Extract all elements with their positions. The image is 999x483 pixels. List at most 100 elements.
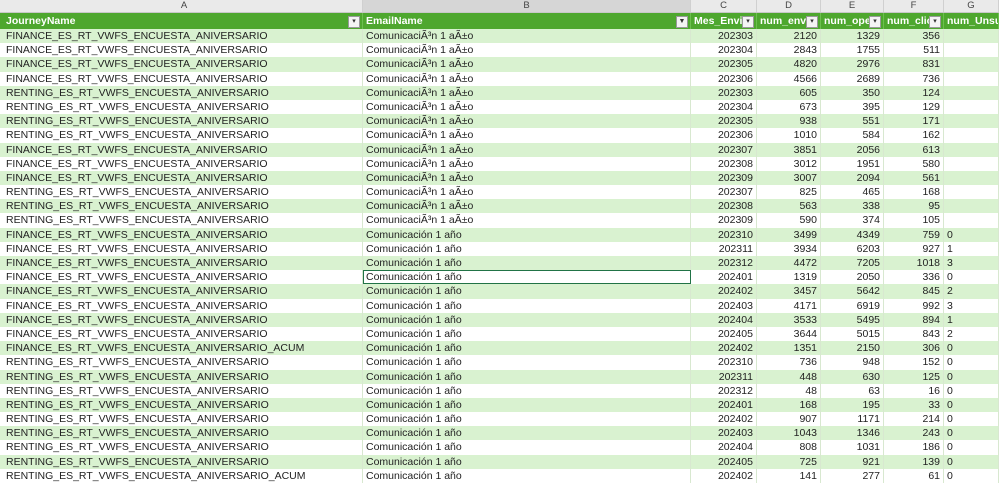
cell-D[interactable]: 3644 — [757, 326, 821, 342]
cell-E[interactable]: 5642 — [821, 284, 884, 299]
cell-C[interactable]: 202403 — [691, 426, 757, 441]
cell-G[interactable] — [944, 185, 999, 200]
cell-E[interactable]: 395 — [821, 99, 884, 115]
cell-F[interactable]: 152 — [884, 355, 944, 370]
cell-F[interactable]: 139 — [884, 454, 944, 469]
cell-G[interactable] — [944, 43, 999, 58]
cell-B[interactable]: ComunicaciÃ³n 1 aÃ±o — [363, 128, 691, 143]
cell-E[interactable]: 4349 — [821, 227, 884, 242]
cell-E[interactable]: 7205 — [821, 256, 884, 271]
cell-D[interactable]: 605 — [757, 85, 821, 100]
cell-E[interactable]: 921 — [821, 454, 884, 469]
cell-F[interactable]: 16 — [884, 383, 944, 398]
cell-A[interactable]: RENTING_ES_RT_VWFS_ENCUESTA_ANIVERSARIO — [0, 128, 363, 143]
cell-A[interactable]: RENTING_ES_RT_VWFS_ENCUESTA_ANIVERSARIO — [0, 426, 363, 441]
cell-B[interactable]: ComunicaciÃ³n 1 aÃ±o — [363, 114, 691, 129]
cell-D[interactable]: 3851 — [757, 142, 821, 157]
cell-E[interactable]: 465 — [821, 185, 884, 200]
cell-A[interactable]: FINANCE_ES_RT_VWFS_ENCUESTA_ANIVERSARIO — [0, 43, 363, 58]
cell-F[interactable]: 613 — [884, 142, 944, 157]
cell-C[interactable]: 202309 — [691, 213, 757, 228]
cell-C[interactable]: 202308 — [691, 199, 757, 214]
cell-G[interactable]: 0 — [944, 383, 999, 398]
cell-F[interactable]: 124 — [884, 85, 944, 100]
cell-F[interactable]: 511 — [884, 43, 944, 58]
cell-B[interactable]: Comunicación 1 año — [363, 426, 691, 441]
cell-C[interactable]: 202312 — [691, 256, 757, 271]
filter-dropdown-icon[interactable]: ▾ — [806, 16, 818, 28]
cell-G[interactable]: 1 — [944, 241, 999, 256]
cell-A[interactable]: RENTING_ES_RT_VWFS_ENCUESTA_ANIVERSARIO — [0, 454, 363, 469]
cell-B[interactable]: ComunicaciÃ³n 1 aÃ±o — [363, 156, 691, 171]
cell-G[interactable]: 1 — [944, 312, 999, 327]
cell-E[interactable]: 1755 — [821, 43, 884, 58]
filter-dropdown-icon[interactable]: ▾ — [929, 16, 941, 28]
cell-E[interactable]: 374 — [821, 213, 884, 228]
cell-F[interactable]: 168 — [884, 185, 944, 200]
cell-A[interactable]: FINANCE_ES_RT_VWFS_ENCUESTA_ANIVERSARIO — [0, 284, 363, 299]
cell-B[interactable]: Comunicación 1 año — [363, 454, 691, 469]
cell-D[interactable]: 3533 — [757, 312, 821, 327]
cell-G[interactable]: 0 — [944, 454, 999, 469]
cell-G[interactable] — [944, 199, 999, 214]
cell-G[interactable] — [944, 71, 999, 86]
cell-E[interactable]: 63 — [821, 383, 884, 398]
cell-E[interactable]: 2050 — [821, 270, 884, 285]
cell-G[interactable]: 0 — [944, 369, 999, 384]
cell-D[interactable]: 3934 — [757, 241, 821, 256]
cell-D[interactable]: 448 — [757, 369, 821, 384]
cell-E[interactable]: 2689 — [821, 71, 884, 86]
cell-F[interactable]: 1018 — [884, 256, 944, 271]
cell-B[interactable]: Comunicación 1 año — [363, 284, 691, 299]
cell-G[interactable]: 0 — [944, 270, 999, 285]
cell-F[interactable]: 214 — [884, 412, 944, 427]
cell-A[interactable]: RENTING_ES_RT_VWFS_ENCUESTA_ANIVERSARIO — [0, 114, 363, 129]
cell-B[interactable]: ComunicaciÃ³n 1 aÃ±o — [363, 57, 691, 72]
cell-D[interactable]: 590 — [757, 213, 821, 228]
cell-E[interactable]: 350 — [821, 85, 884, 100]
cell-A[interactable]: FINANCE_ES_RT_VWFS_ENCUESTA_ANIVERSARIO — [0, 256, 363, 271]
cell-A[interactable]: RENTING_ES_RT_VWFS_ENCUESTA_ANIVERSARIO — [0, 185, 363, 200]
filter-dropdown-icon[interactable]: ▾ — [742, 16, 754, 28]
cell-C[interactable]: 202305 — [691, 57, 757, 72]
cell-B[interactable]: ComunicaciÃ³n 1 aÃ±o — [363, 85, 691, 100]
cell-A[interactable]: RENTING_ES_RT_VWFS_ENCUESTA_ANIVERSARIO — [0, 369, 363, 384]
cell-B[interactable]: ComunicaciÃ³n 1 aÃ±o — [363, 213, 691, 228]
cell-C[interactable]: 202304 — [691, 43, 757, 58]
cell-B[interactable]: Comunicación 1 año — [363, 256, 691, 271]
cell-G[interactable] — [944, 156, 999, 171]
cell-A[interactable]: RENTING_ES_RT_VWFS_ENCUESTA_ANIVERSARIO — [0, 213, 363, 228]
cell-G[interactable] — [944, 128, 999, 143]
cell-G[interactable] — [944, 99, 999, 115]
column-letter-F[interactable]: F — [884, 0, 944, 12]
cell-B[interactable]: Comunicación 1 año — [363, 312, 691, 327]
cell-F[interactable]: 336 — [884, 270, 944, 285]
cell-D[interactable]: 141 — [757, 468, 821, 483]
column-letter-C[interactable]: C — [691, 0, 757, 12]
cell-A[interactable]: RENTING_ES_RT_VWFS_ENCUESTA_ANIVERSARIO_… — [0, 468, 363, 483]
cell-A[interactable]: FINANCE_ES_RT_VWFS_ENCUESTA_ANIVERSARIO — [0, 170, 363, 186]
cell-F[interactable]: 894 — [884, 312, 944, 327]
cell-E[interactable]: 5495 — [821, 312, 884, 327]
cell-B[interactable]: Comunicación 1 año — [363, 241, 691, 256]
cell-C[interactable]: 202305 — [691, 114, 757, 129]
cell-F[interactable]: 243 — [884, 426, 944, 441]
cell-D[interactable]: 673 — [757, 99, 821, 115]
cell-D[interactable]: 4820 — [757, 57, 821, 72]
cell-C[interactable]: 202304 — [691, 99, 757, 115]
cell-C[interactable]: 202309 — [691, 170, 757, 186]
cell-A[interactable]: RENTING_ES_RT_VWFS_ENCUESTA_ANIVERSARIO — [0, 383, 363, 398]
cell-E[interactable]: 6919 — [821, 298, 884, 313]
cell-C[interactable]: 202405 — [691, 454, 757, 469]
cell-C[interactable]: 202403 — [691, 298, 757, 313]
cell-D[interactable]: 2120 — [757, 29, 821, 44]
cell-C[interactable]: 202311 — [691, 241, 757, 256]
cell-G[interactable] — [944, 170, 999, 186]
cell-D[interactable]: 736 — [757, 355, 821, 370]
cell-A[interactable]: FINANCE_ES_RT_VWFS_ENCUESTA_ANIVERSARIO — [0, 29, 363, 44]
cell-F[interactable]: 736 — [884, 71, 944, 86]
cell-D[interactable]: 3012 — [757, 156, 821, 171]
cell-E[interactable]: 2094 — [821, 170, 884, 186]
cell-A[interactable]: RENTING_ES_RT_VWFS_ENCUESTA_ANIVERSARIO — [0, 99, 363, 115]
column-letter-D[interactable]: D — [757, 0, 821, 12]
